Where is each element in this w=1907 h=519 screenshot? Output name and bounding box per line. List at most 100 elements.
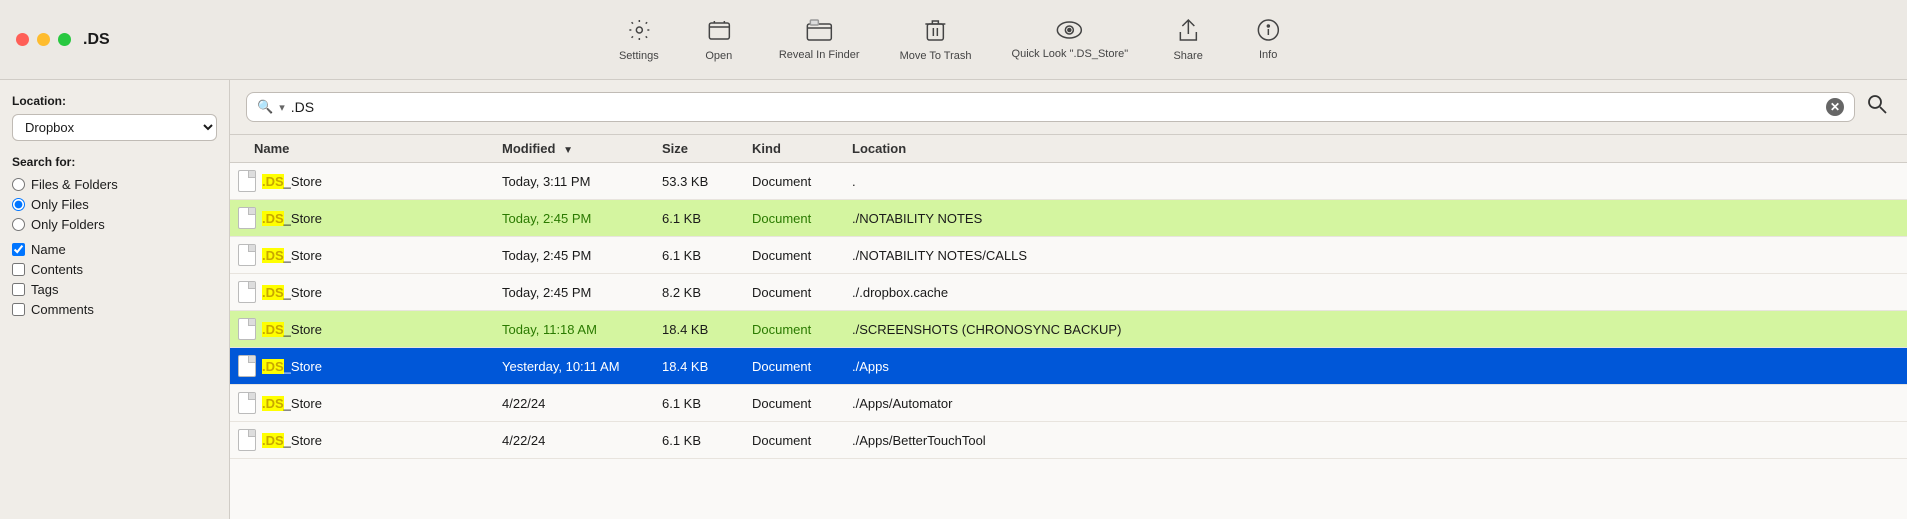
search-magnifier-icon: 🔍: [257, 99, 273, 115]
filename-ds-part: .DS: [262, 322, 284, 337]
close-button[interactable]: [16, 33, 29, 46]
open-button[interactable]: Open: [679, 10, 759, 70]
file-icon: [238, 207, 256, 229]
radio-input-files-folders[interactable]: [12, 178, 25, 191]
checkbox-comments[interactable]: Comments: [12, 302, 217, 317]
checkbox-name[interactable]: Name: [12, 242, 217, 257]
table-row[interactable]: .DS_StoreYesterday, 10:11 AM18.4 KBDocum…: [230, 348, 1907, 385]
filename-rest-part: _Store: [284, 285, 322, 300]
filename-rest-part: _Store: [284, 248, 322, 263]
file-icon: [238, 244, 256, 266]
cell-size: 53.3 KB: [650, 163, 740, 200]
checkbox-group: Name Contents Tags Comments: [12, 242, 217, 317]
checkbox-tags[interactable]: Tags: [12, 282, 217, 297]
cell-size: 8.2 KB: [650, 274, 740, 311]
file-icon: [238, 355, 256, 377]
results-table: Name Modified ▼ Size Kind: [230, 135, 1907, 459]
cell-modified: Today, 11:18 AM: [490, 311, 650, 348]
filename: .DS_Store: [262, 211, 322, 226]
checkbox-input-contents[interactable]: [12, 263, 25, 276]
table-row[interactable]: .DS_StoreToday, 3:11 PM53.3 KBDocument.: [230, 163, 1907, 200]
cell-size: 18.4 KB: [650, 311, 740, 348]
quick-look-button[interactable]: Quick Look ".DS_Store": [992, 12, 1149, 68]
checkbox-input-comments[interactable]: [12, 303, 25, 316]
cell-location: ./Apps: [840, 348, 1907, 385]
quick-look-label: Quick Look ".DS_Store": [1012, 48, 1129, 60]
app-title: .DS: [83, 31, 110, 49]
search-bar: 🔍 ▾ ✕: [230, 80, 1907, 135]
filename-ds-part: .DS: [262, 285, 284, 300]
filename-ds-part: .DS: [262, 248, 284, 263]
move-to-trash-label: Move To Trash: [900, 50, 972, 62]
filename: .DS_Store: [262, 322, 322, 337]
filename-rest-part: _Store: [284, 322, 322, 337]
cell-name: .DS_Store: [230, 348, 490, 384]
search-dropdown-arrow[interactable]: ▾: [279, 101, 285, 114]
radio-only-folders[interactable]: Only Folders: [12, 217, 217, 232]
cell-location: ./Apps/BetterTouchTool: [840, 422, 1907, 459]
cell-location: .: [840, 163, 1907, 200]
file-icon: [238, 318, 256, 340]
search-clear-button[interactable]: ✕: [1826, 98, 1844, 116]
filename: .DS_Store: [262, 248, 322, 263]
quick-look-icon: [1057, 20, 1083, 44]
cell-name: .DS_Store: [230, 385, 490, 421]
cell-name: .DS_Store: [230, 200, 490, 236]
table-row[interactable]: .DS_Store4/22/246.1 KBDocument./Apps/Aut…: [230, 385, 1907, 422]
table-row[interactable]: .DS_StoreToday, 2:45 PM8.2 KBDocument./.…: [230, 274, 1907, 311]
cell-name: .DS_Store: [230, 422, 490, 458]
cell-kind: Document: [740, 422, 840, 459]
filename-rest-part: _Store: [284, 433, 322, 448]
table-header-row: Name Modified ▼ Size Kind: [230, 135, 1907, 163]
radio-only-files[interactable]: Only Files: [12, 197, 217, 212]
settings-button[interactable]: Settings: [599, 10, 679, 70]
checkbox-label-tags: Tags: [31, 282, 58, 297]
minimize-button[interactable]: [37, 33, 50, 46]
move-to-trash-button[interactable]: Move To Trash: [880, 10, 992, 70]
checkbox-input-tags[interactable]: [12, 283, 25, 296]
radio-files-folders[interactable]: Files & Folders: [12, 177, 217, 192]
col-modified[interactable]: Modified ▼: [490, 135, 650, 163]
sidebar: Location: Dropbox Search for: Files & Fo…: [0, 80, 230, 519]
col-kind: Kind: [740, 135, 840, 163]
table-row[interactable]: .DS_StoreToday, 2:45 PM6.1 KBDocument./N…: [230, 237, 1907, 274]
filename: .DS_Store: [262, 359, 322, 374]
cell-modified: Yesterday, 10:11 AM: [490, 348, 650, 385]
checkbox-label-comments: Comments: [31, 302, 94, 317]
cell-kind: Document: [740, 385, 840, 422]
cell-modified: Today, 2:45 PM: [490, 274, 650, 311]
open-icon: [707, 18, 731, 46]
trash-icon: [925, 18, 947, 46]
location-dropdown[interactable]: Dropbox: [12, 114, 217, 141]
table-row[interactable]: .DS_Store Today, 11:18 AM18.4 KBDocument.…: [230, 311, 1907, 348]
radio-input-only-files[interactable]: [12, 198, 25, 211]
table-row[interactable]: .DS_Store4/22/246.1 KBDocument./Apps/Bet…: [230, 422, 1907, 459]
checkbox-contents[interactable]: Contents: [12, 262, 217, 277]
table-body: .DS_StoreToday, 3:11 PM53.3 KBDocument..…: [230, 163, 1907, 459]
checkbox-label-name: Name: [31, 242, 66, 257]
share-button[interactable]: Share: [1148, 10, 1228, 70]
maximize-button[interactable]: [58, 33, 71, 46]
info-button[interactable]: Info: [1228, 11, 1308, 69]
window-controls: [16, 33, 71, 46]
checkbox-label-contents: Contents: [31, 262, 83, 277]
reveal-in-finder-button[interactable]: Reveal In Finder: [759, 11, 880, 69]
cell-size: 6.1 KB: [650, 200, 740, 237]
filename: .DS_Store: [262, 433, 322, 448]
search-for-label: Search for:: [12, 155, 217, 169]
share-label: Share: [1173, 50, 1202, 62]
cell-kind: Document: [740, 348, 840, 385]
filename-ds-part: .DS: [262, 396, 284, 411]
search-go-button[interactable]: [1863, 90, 1891, 124]
main-layout: Location: Dropbox Search for: Files & Fo…: [0, 80, 1907, 519]
filename: .DS_Store: [262, 396, 322, 411]
file-icon: [238, 392, 256, 414]
checkbox-input-name[interactable]: [12, 243, 25, 256]
cell-size: 6.1 KB: [650, 385, 740, 422]
filename-ds-part: .DS: [262, 433, 284, 448]
search-input[interactable]: [291, 99, 1820, 115]
cell-kind: Document: [740, 311, 840, 348]
cell-name: .DS_Store: [230, 237, 490, 273]
radio-input-only-folders[interactable]: [12, 218, 25, 231]
table-row[interactable]: .DS_StoreToday, 2:45 PM6.1 KBDocument./N…: [230, 200, 1907, 237]
